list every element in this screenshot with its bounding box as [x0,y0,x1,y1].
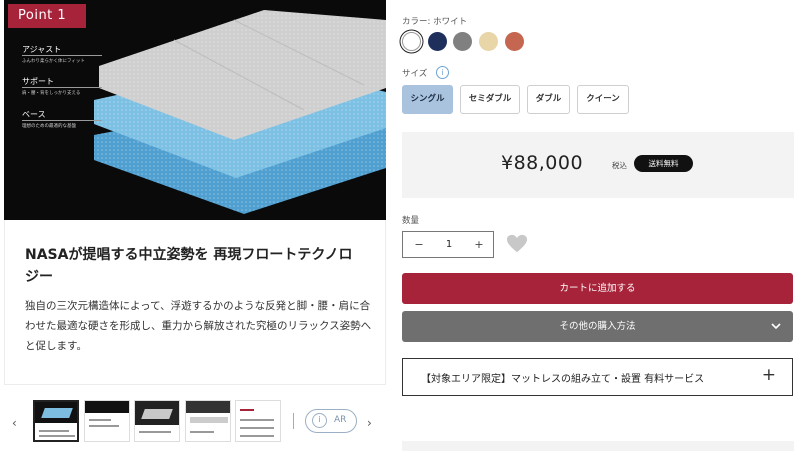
size-label: サイズ [402,69,428,79]
other-purchase-methods-button[interactable]: その他の購入方法 [402,311,793,342]
plus-icon: + [761,365,776,385]
swatch-navy[interactable] [428,32,447,51]
layer-divider [22,120,102,121]
tax-note: 税込 [612,161,627,170]
add-to-cart-button[interactable]: カートに追加する [402,273,793,304]
thumbnail-strip: ‹ i AR › [0,398,388,446]
swatch-white[interactable] [402,32,421,51]
size-info-icon[interactable]: i [436,66,449,79]
assembly-service-accordion[interactable]: 【対象エリア限定】マットレスの組み立て・設置 有料サービス + [402,358,793,396]
other-purchase-label: その他の購入方法 [559,321,636,332]
price-box: ¥88,000 税込 送料無料 [402,132,794,198]
assembly-service-label: 【対象エリア限定】マットレスの組み立て・設置 有料サービス [421,374,705,385]
price: ¥88,000 [501,152,584,174]
layer-sub-support: 肩・腰・背をしっかり支える [22,91,81,96]
info-icon: i [312,413,327,428]
size-double-button[interactable]: ダブル [527,85,570,114]
swatch-terracotta[interactable] [505,32,524,51]
feature-title: NASAが提唱する中立姿勢を 再現フロートテクノロジー [25,247,353,285]
hero-image: Point 1 アジャスト ふんわり柔らかく体にフィット サポート 肩・腰・背を… [4,0,386,220]
thumbnail-4[interactable] [185,400,231,442]
feature-caption: NASAが提唱する中立姿勢を 再現フロートテクノロジー 独自の三次元構造体によっ… [4,220,386,385]
ar-label: AR [334,415,347,425]
layer-divider [22,87,102,88]
layer-sub-adjust: ふんわり柔らかく体にフィット [22,59,85,64]
quantity-input[interactable]: 1 [433,232,465,257]
product-options: カラー: ホワイト サイズ i シングル セミダブル ダブル クイーン ¥88,… [402,0,794,451]
layer-label-support: サポート [22,77,54,86]
product-gallery: Point 1 アジャスト ふんわり柔らかく体にフィット サポート 肩・腰・背を… [0,0,388,451]
ar-view-button[interactable]: i AR [305,409,357,433]
layer-label-adjust: アジャスト [22,45,62,54]
quantity-label: 数量 [402,216,420,226]
free-shipping-badge: 送料無料 [634,155,693,172]
point-badge: Point 1 [8,4,86,28]
feature-description: 独自の三次元構造体によって、浮遊するかのような反発と脚・腰・肩に合わせた最適な硬… [25,300,372,352]
divider [293,413,294,429]
prev-arrow-icon[interactable]: ‹ [12,416,17,430]
swatch-beige[interactable] [479,32,498,51]
color-label: カラー: ホワイト [402,17,468,27]
chevron-down-icon [771,323,781,330]
size-single-button[interactable]: シングル [402,85,453,114]
layer-label-base: ベース [22,110,46,119]
next-section-edge [402,441,794,451]
thumbnail-1[interactable] [33,400,79,442]
heart-icon[interactable] [506,233,528,255]
size-semidouble-button[interactable]: セミダブル [460,85,520,114]
thumbnail-3[interactable] [134,400,180,442]
next-arrow-icon[interactable]: › [367,416,372,430]
mattress-layers-illustration [94,10,386,214]
swatch-gray[interactable] [453,32,472,51]
layer-sub-base: 理想のための最適的な基盤 [22,124,76,129]
quantity-stepper: − 1 + [402,231,494,258]
thumbnail-2[interactable] [84,400,130,442]
quantity-decrease-button[interactable]: − [405,232,433,257]
thumbnail-5[interactable] [235,400,281,442]
quantity-increase-button[interactable]: + [465,232,493,257]
size-queen-button[interactable]: クイーン [577,85,629,114]
layer-divider [22,55,102,56]
